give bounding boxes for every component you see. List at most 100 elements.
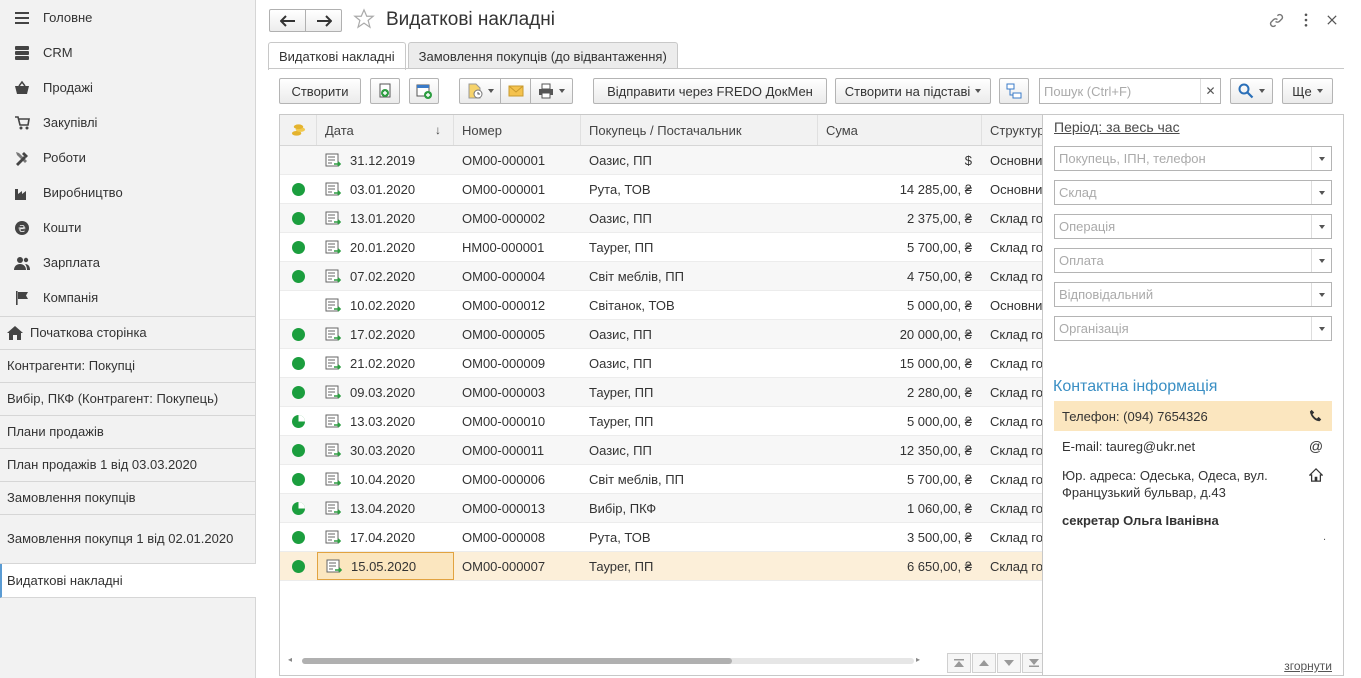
open-window-item[interactable]: Контрагенти: Покупці: [0, 350, 256, 383]
house-icon[interactable]: [1308, 467, 1324, 483]
table-row[interactable]: 10.02.2020 ОМ00-000012 Світанок, ТОВ 5 000,…: [280, 291, 1042, 320]
table-row[interactable]: 09.03.2020 ОМ00-000003 Таурег, ПП 2 280,00,…: [280, 378, 1042, 407]
column-header-partner[interactable]: Покупець / Постачальник: [581, 115, 818, 145]
filter-warehouse[interactable]: Склад: [1054, 180, 1332, 205]
column-header-status[interactable]: [280, 115, 317, 145]
page-down-button[interactable]: [997, 653, 1021, 673]
link-icon[interactable]: [1267, 11, 1285, 29]
row-date-cell[interactable]: 07.02.2020: [317, 262, 454, 290]
create-button[interactable]: Створити: [279, 78, 361, 104]
at-sign-icon[interactable]: @: [1308, 438, 1324, 454]
page-first-button[interactable]: [947, 653, 971, 673]
horizontal-scrollbar[interactable]: ◂ ▸: [288, 655, 920, 665]
filter-responsible[interactable]: Відповідальний: [1054, 282, 1332, 307]
open-window-item[interactable]: Плани продажів: [0, 416, 256, 449]
row-date-cell[interactable]: 09.03.2020: [317, 378, 454, 406]
row-date-cell[interactable]: 17.02.2020: [317, 320, 454, 348]
based-on-button[interactable]: [459, 78, 501, 104]
table-row[interactable]: 17.02.2020 ОМ00-000005 Оазис, ПП 20 000,00,…: [280, 320, 1042, 349]
section-home[interactable]: Головне: [0, 0, 255, 35]
row-date-cell[interactable]: 20.01.2020: [317, 233, 454, 261]
scroll-left-icon[interactable]: ◂: [288, 655, 292, 664]
row-date-cell[interactable]: 21.02.2020: [317, 349, 454, 377]
print-button[interactable]: [530, 78, 573, 104]
send-fredo-button[interactable]: Відправити через FREDO ДокМен: [593, 78, 827, 104]
page-up-button[interactable]: [972, 653, 996, 673]
table-row[interactable]: 13.01.2020 ОМ00-000002 Оазис, ПП 2 375,00, …: [280, 204, 1042, 233]
tab-invoices[interactable]: Видаткові накладні: [268, 42, 406, 70]
row-date-cell[interactable]: 31.12.2019: [317, 146, 454, 174]
scroll-thumb[interactable]: [302, 658, 732, 664]
search-input[interactable]: [1039, 78, 1221, 104]
contact-email-row[interactable]: E-mail: taureg@ukr.net @: [1054, 431, 1332, 462]
table-row[interactable]: 15.05.2020 ОМ00-000007 Таурег, ПП 6 650,00,…: [280, 552, 1042, 581]
table-row[interactable]: 30.03.2020 ОМ00-000011 Оазис, ПП 12 350,00,…: [280, 436, 1042, 465]
table-row[interactable]: 10.04.2020 ОМ00-000006 Світ меблів, ПП 5 70…: [280, 465, 1042, 494]
section-money[interactable]: ₴ Кошти: [0, 210, 255, 245]
phone-icon[interactable]: [1308, 408, 1324, 424]
filter-operation[interactable]: Операція: [1054, 214, 1332, 239]
search-options-button[interactable]: [1230, 78, 1273, 104]
more-button[interactable]: Ще: [1282, 78, 1333, 104]
clear-search-icon[interactable]: ✕: [1200, 79, 1220, 103]
row-date-cell[interactable]: 03.01.2020: [317, 175, 454, 203]
section-company[interactable]: Компанія: [0, 280, 255, 315]
create-based-button[interactable]: Створити на підставі: [835, 78, 991, 104]
section-crm[interactable]: CRM: [0, 35, 255, 70]
copy-button[interactable]: [370, 78, 400, 104]
row-date-cell[interactable]: 15.05.2020: [317, 552, 454, 580]
back-button[interactable]: [269, 9, 306, 32]
open-window-item-active[interactable]: Видаткові накладні: [0, 564, 256, 598]
row-date-cell[interactable]: 30.03.2020: [317, 436, 454, 464]
collapse-link[interactable]: згорнути: [1284, 659, 1332, 673]
row-date-cell[interactable]: 10.04.2020: [317, 465, 454, 493]
table-row[interactable]: 20.01.2020 НМ00-000001 Таурег, ПП 5 700,00,…: [280, 233, 1042, 262]
forward-button[interactable]: [305, 9, 342, 32]
close-icon[interactable]: [1323, 11, 1341, 29]
table-row[interactable]: 21.02.2020 ОМ00-000009 Оазис, ПП 15 000,00,…: [280, 349, 1042, 378]
column-header-sum[interactable]: Сума: [818, 115, 982, 145]
section-salary[interactable]: Зарплата: [0, 245, 255, 280]
more-vertical-icon[interactable]: [1297, 11, 1315, 29]
scroll-right-icon[interactable]: ▸: [916, 655, 920, 664]
contact-phone-row[interactable]: Телефон: (094) 7654326: [1054, 401, 1332, 431]
dropdown-arrow-icon[interactable]: [1311, 147, 1331, 170]
dropdown-arrow-icon[interactable]: [1311, 215, 1331, 238]
open-window-item[interactable]: Замовлення покупців: [0, 482, 256, 515]
filter-customer[interactable]: Покупець, ІПН, телефон: [1054, 146, 1332, 171]
section-production[interactable]: Виробництво: [0, 175, 255, 210]
dropdown-arrow-icon[interactable]: [1311, 249, 1331, 272]
section-sales[interactable]: Продажі: [0, 70, 255, 105]
table-row[interactable]: 03.01.2020 ОМ00-000001 Рута, ТОВ 14 285,00,…: [280, 175, 1042, 204]
dropdown-arrow-icon[interactable]: [1311, 317, 1331, 340]
column-header-number[interactable]: Номер: [454, 115, 581, 145]
structure-button[interactable]: [999, 78, 1029, 104]
open-window-item[interactable]: Замовлення покупця 1 від 02.01.2020: [0, 515, 256, 564]
period-link[interactable]: Період: за весь час: [1054, 119, 1180, 135]
column-header-date[interactable]: Дата ↓: [317, 115, 454, 145]
row-date-cell[interactable]: 17.04.2020: [317, 523, 454, 551]
open-window-item[interactable]: План продажів 1 від 03.03.2020: [0, 449, 256, 482]
column-header-structure[interactable]: Структур: [982, 115, 1042, 145]
dropdown-arrow-icon[interactable]: [1311, 283, 1331, 306]
table-row[interactable]: 07.02.2020 ОМ00-000004 Світ меблів, ПП 4 75…: [280, 262, 1042, 291]
section-works[interactable]: Роботи: [0, 140, 255, 175]
row-date-cell[interactable]: 10.02.2020: [317, 291, 454, 319]
page-last-button[interactable]: [1022, 653, 1042, 673]
email-button[interactable]: [500, 78, 531, 104]
section-purchases[interactable]: Закупівлі: [0, 105, 255, 140]
row-date-cell[interactable]: 13.03.2020: [317, 407, 454, 435]
open-window-home[interactable]: Початкова сторінка: [0, 317, 256, 350]
filter-payment[interactable]: Оплата: [1054, 248, 1332, 273]
table-row[interactable]: 13.03.2020 ОМ00-000010 Таурег, ПП 5 000,00,…: [280, 407, 1042, 436]
invoices-table[interactable]: Дата ↓ Номер Покупець / Постачальник Сума…: [279, 114, 1043, 676]
dropdown-arrow-icon[interactable]: [1311, 181, 1331, 204]
filter-organization[interactable]: Організація: [1054, 316, 1332, 341]
open-window-item[interactable]: Вибір, ПКФ (Контрагент: Покупець): [0, 383, 256, 416]
row-date-cell[interactable]: 13.04.2020: [317, 494, 454, 522]
tab-orders-to-ship[interactable]: Замовлення покупців (до відвантаження): [407, 42, 678, 69]
favorite-star-icon[interactable]: [353, 8, 375, 30]
row-date-cell[interactable]: 13.01.2020: [317, 204, 454, 232]
new-doc-button[interactable]: [409, 78, 439, 104]
table-row[interactable]: 31.12.2019 ОМ00-000001 Оазис, ПП $ Основни: [280, 146, 1042, 175]
